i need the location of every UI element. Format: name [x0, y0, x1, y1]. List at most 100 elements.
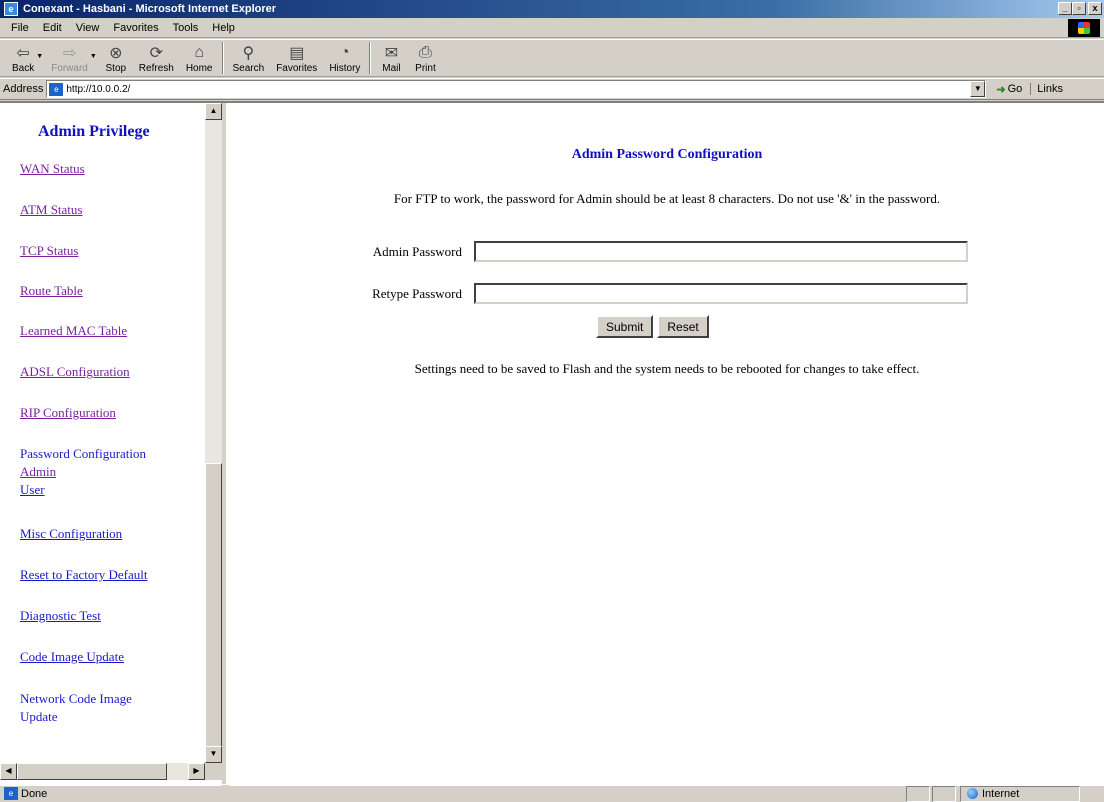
- admin-password-input[interactable]: [474, 241, 968, 262]
- minimize-button[interactable]: _: [1058, 2, 1072, 15]
- menu-help[interactable]: Help: [205, 22, 242, 34]
- mail-icon: ✉: [384, 45, 399, 62]
- sidebar-horizontal-scrollbar[interactable]: ◀ ▶: [0, 763, 205, 780]
- back-arrow-icon: ⇦: [16, 45, 30, 62]
- sidebar-item-misc-configuration[interactable]: Misc Configuration: [20, 526, 122, 542]
- retype-password-input[interactable]: [474, 283, 968, 304]
- go-label: Go: [1007, 83, 1023, 95]
- search-label: Search: [232, 63, 265, 74]
- status-message: e Done: [0, 787, 904, 800]
- sidebar-item-network-code-image[interactable]: Network Code Image: [20, 691, 132, 707]
- admin-password-row: Admin Password: [334, 241, 968, 262]
- window-controls: _ ▫ x: [1058, 2, 1102, 15]
- scroll-thumb[interactable]: [205, 463, 222, 747]
- sidebar-item-adsl-configuration[interactable]: ADSL Configuration: [20, 364, 130, 380]
- stop-label: Stop: [105, 63, 127, 74]
- favorites-button[interactable]: ▤ Favorites: [270, 40, 323, 76]
- refresh-icon: ⟳: [149, 45, 163, 62]
- print-button[interactable]: ⎙ Print: [408, 40, 442, 76]
- sidebar-item-wan-status[interactable]: WAN Status: [20, 161, 85, 177]
- page-icon: e: [49, 82, 64, 96]
- menu-favorites[interactable]: Favorites: [106, 22, 165, 34]
- back-button[interactable]: ⇦ Back: [6, 40, 40, 76]
- favorites-icon: ▤: [289, 45, 305, 62]
- forward-button[interactable]: ⇨ Forward: [45, 40, 94, 76]
- close-button[interactable]: x: [1088, 2, 1102, 15]
- scroll-up-icon[interactable]: ▲: [205, 103, 222, 120]
- status-pane: [906, 785, 930, 802]
- sidebar-title: Admin Privilege: [38, 123, 150, 140]
- address-label: Address: [3, 83, 44, 95]
- sidebar-item-route-table[interactable]: Route Table: [20, 283, 83, 299]
- back-label: Back: [12, 63, 35, 74]
- status-text: Done: [21, 787, 48, 800]
- sidebar-item-admin[interactable]: Admin: [20, 464, 56, 480]
- reset-button[interactable]: Reset: [657, 315, 709, 338]
- status-bar: e Done Internet: [0, 784, 1104, 802]
- home-icon: ⌂: [194, 44, 204, 61]
- sidebar-item-learned-mac-table[interactable]: Learned MAC Table: [20, 323, 127, 339]
- toolbar-separator: [369, 42, 372, 74]
- menu-edit[interactable]: Edit: [36, 22, 69, 34]
- sidebar-item-diagnostic-test[interactable]: Diagnostic Test: [20, 608, 101, 624]
- go-arrow-icon: ➜: [996, 83, 1006, 96]
- scroll-down-icon[interactable]: ▼: [205, 746, 222, 763]
- ie-icon: e: [4, 2, 18, 16]
- intro-text: For FTP to work, the password for Admin …: [393, 191, 941, 206]
- admin-password-label: Admin Password: [372, 243, 462, 259]
- forward-dropdown-icon[interactable]: ▼: [90, 53, 97, 60]
- toolbar-separator: [221, 42, 224, 74]
- scroll-left-icon[interactable]: ◀: [0, 763, 17, 780]
- left-frame: Admin Privilege WAN Status ATM Status TC…: [0, 103, 226, 786]
- sidebar-item-tcp-status[interactable]: TCP Status: [20, 243, 78, 259]
- zone-label: Internet: [982, 787, 1020, 800]
- stop-button[interactable]: ⊗ Stop: [99, 40, 133, 76]
- page-title: Admin Password Configuration: [571, 147, 763, 162]
- sidebar-nav: Admin Privilege WAN Status ATM Status TC…: [0, 103, 205, 763]
- forward-label: Forward: [51, 63, 88, 74]
- address-bar: Address e http://10.0.0.2/ ▼ ➜ Go Links: [0, 78, 1104, 100]
- settings-note: Settings need to be saved to Flash and t…: [414, 361, 920, 376]
- history-button[interactable]: ◔ History: [323, 40, 366, 76]
- horizontal-scroll-thumb[interactable]: [17, 763, 167, 780]
- menu-tools[interactable]: Tools: [166, 22, 206, 34]
- sidebar-item-reset-factory-default[interactable]: Reset to Factory Default: [20, 567, 147, 583]
- stop-icon: ⊗: [109, 45, 123, 62]
- home-button[interactable]: ⌂ Home: [180, 40, 219, 76]
- sidebar-section-password-configuration: Password Configuration: [20, 446, 147, 461]
- sidebar-vertical-scrollbar[interactable]: ▲ ▼: [205, 103, 222, 763]
- sidebar-item-code-image-update[interactable]: Code Image Update: [20, 649, 124, 665]
- search-button[interactable]: ⚲ Search: [227, 40, 271, 76]
- sidebar-item-atm-status[interactable]: ATM Status: [20, 202, 82, 218]
- status-pane: [932, 785, 956, 802]
- sidebar-item-user[interactable]: User: [20, 482, 45, 498]
- history-icon: ◔: [340, 44, 350, 61]
- form-buttons: Submit Reset: [596, 315, 709, 338]
- security-zone: Internet: [960, 785, 1080, 802]
- address-dropdown-icon[interactable]: ▼: [970, 81, 986, 97]
- submit-button[interactable]: Submit: [596, 315, 654, 338]
- go-button[interactable]: ➜ Go: [990, 83, 1028, 96]
- menu-view[interactable]: View: [69, 22, 107, 34]
- mail-button[interactable]: ✉ Mail: [374, 40, 408, 76]
- address-input[interactable]: e http://10.0.0.2/ ▼: [46, 80, 987, 98]
- toolbar: ⇦ Back ▼ ⇨ Forward ▼ ⊗ Stop ⟳ Refresh ⌂ …: [0, 39, 1104, 77]
- mail-label: Mail: [382, 63, 401, 74]
- search-icon: ⚲: [242, 45, 255, 62]
- retype-password-label: Retype Password: [372, 285, 462, 301]
- windows-logo-icon: [1068, 19, 1100, 37]
- back-dropdown-icon[interactable]: ▼: [36, 53, 43, 60]
- refresh-label: Refresh: [138, 63, 174, 74]
- maximize-button[interactable]: ▫: [1072, 2, 1086, 15]
- menu-file[interactable]: File: [4, 22, 36, 34]
- links-button[interactable]: Links: [1030, 83, 1063, 95]
- scroll-right-icon[interactable]: ▶: [188, 763, 205, 780]
- forward-arrow-icon: ⇨: [62, 45, 77, 62]
- print-label: Print: [415, 63, 436, 74]
- sidebar-item-network-code-image-update[interactable]: Update: [20, 709, 58, 725]
- sidebar-item-rip-configuration[interactable]: RIP Configuration: [20, 405, 116, 421]
- home-label: Home: [185, 63, 213, 74]
- refresh-button[interactable]: ⟳ Refresh: [133, 40, 180, 76]
- retype-password-row: Retype Password: [334, 283, 968, 304]
- favorites-label: Favorites: [276, 63, 318, 74]
